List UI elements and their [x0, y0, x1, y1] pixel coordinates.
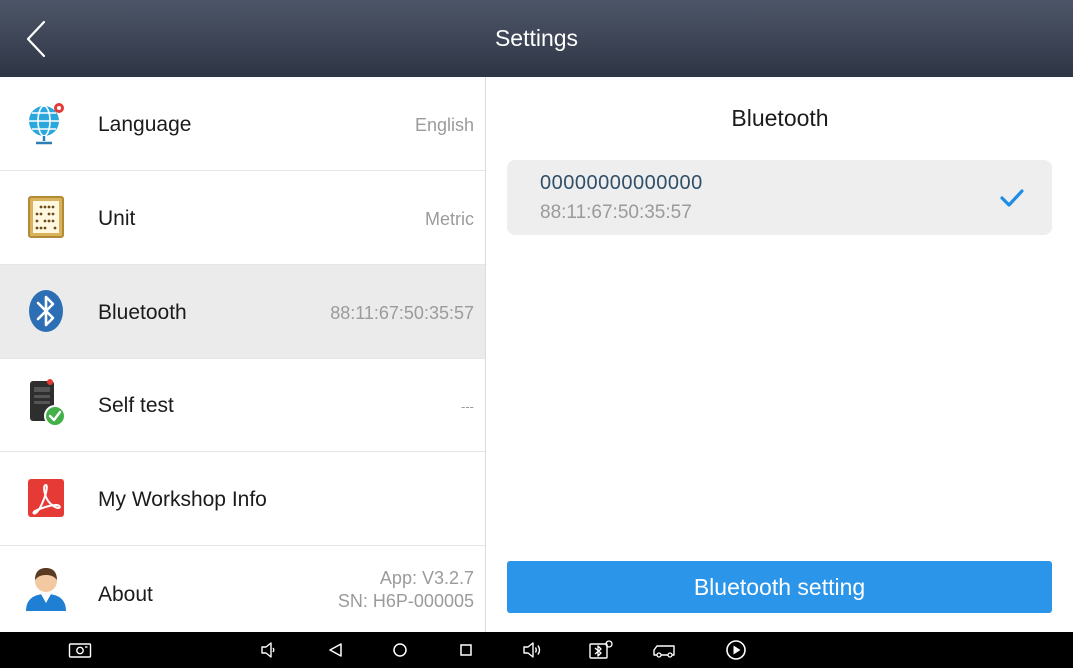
- settings-item-label: Language: [98, 113, 192, 136]
- abacus-icon: [24, 195, 68, 239]
- pdf-icon: [24, 476, 68, 520]
- serial-number: SN: H6P-000005: [337, 591, 474, 611]
- volume-up-icon: [523, 642, 541, 658]
- device-mac-address: 88:11:67:50:35:57: [540, 202, 692, 223]
- bluetooth-settings-icon: [589, 640, 613, 659]
- nav-recents-button[interactable]: [453, 638, 479, 662]
- device-check-icon: [24, 379, 68, 427]
- settings-item-workshop-info[interactable]: My Workshop Info: [0, 452, 485, 546]
- screenshot-icon: [68, 643, 92, 658]
- settings-list: Language English Unit Metric Bluetooth 8…: [0, 77, 486, 632]
- chevron-left-icon: [26, 20, 46, 58]
- nav-back-button[interactable]: [323, 638, 349, 662]
- device-name: 00000000000000: [540, 172, 703, 194]
- settings-item-language[interactable]: Language English: [0, 77, 485, 171]
- settings-item-about[interactable]: About App: V3.2.7 SN: H6P-000005: [0, 546, 485, 632]
- app-version: App: V3.2.7: [379, 568, 474, 588]
- bluetooth-setting-button[interactable]: Bluetooth setting: [507, 561, 1052, 613]
- settings-item-bluetooth[interactable]: Bluetooth 88:11:67:50:35:57: [0, 265, 485, 359]
- vci-button[interactable]: [651, 638, 677, 662]
- home-icon: [393, 643, 407, 657]
- settings-item-value: ---: [461, 399, 474, 414]
- nav-home-button[interactable]: [387, 638, 413, 662]
- settings-item-value: English: [414, 115, 474, 135]
- panel-title: Bluetooth: [731, 105, 829, 131]
- settings-item-label: Unit: [98, 207, 136, 230]
- settings-screen: Settings Language English Unit Metric Bl…: [0, 0, 1073, 668]
- bluetooth-panel: Bluetooth 00000000000000 88:11:67:50:35:…: [487, 77, 1073, 632]
- vci-icon: [653, 645, 675, 658]
- settings-item-label: Self test: [98, 394, 174, 417]
- page-title: Settings: [494, 25, 579, 51]
- settings-item-value: Metric: [425, 209, 474, 229]
- volume-up-button[interactable]: [520, 638, 546, 662]
- header-bar: Settings: [0, 0, 1073, 77]
- bluetooth-device-item[interactable]: 00000000000000 88:11:67:50:35:57: [507, 160, 1052, 235]
- settings-item-self-test[interactable]: Self test ---: [0, 359, 485, 452]
- settings-item-label: About: [98, 583, 153, 606]
- about-version-info: App: V3.2.7 SN: H6P-000005: [338, 567, 474, 613]
- recents-icon: [460, 644, 472, 656]
- screenshot-button[interactable]: [67, 638, 93, 662]
- settings-item-value: 88:11:67:50:35:57: [330, 303, 474, 323]
- settings-item-label: My Workshop Info: [98, 488, 267, 511]
- bluetooth-icon: [24, 289, 68, 333]
- play-icon: [726, 640, 746, 660]
- settings-item-label: Bluetooth: [98, 301, 187, 324]
- settings-item-unit[interactable]: Unit Metric: [0, 171, 485, 265]
- back-icon: [329, 643, 342, 657]
- checkmark-icon: [1000, 189, 1024, 207]
- volume-down-button[interactable]: [255, 638, 281, 662]
- globe-icon: [24, 101, 68, 145]
- user-icon: [24, 566, 68, 611]
- system-nav-bar: [0, 632, 1073, 668]
- play-button[interactable]: [723, 638, 749, 662]
- bluetooth-settings-button[interactable]: [588, 638, 614, 662]
- volume-down-icon: [261, 642, 275, 658]
- back-button[interactable]: [14, 14, 58, 64]
